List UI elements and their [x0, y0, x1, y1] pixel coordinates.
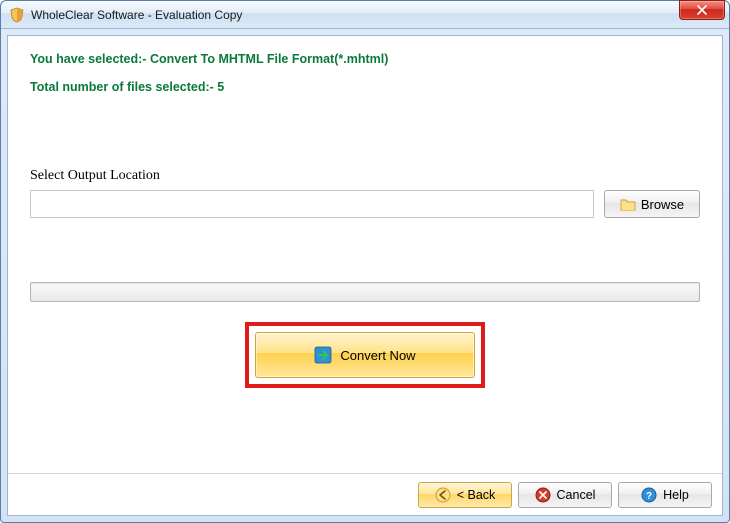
- output-location-row: Browse: [30, 190, 700, 218]
- svg-text:?: ?: [646, 491, 652, 502]
- progress-area: [8, 218, 722, 312]
- browse-button-label: Browse: [641, 197, 684, 212]
- folder-icon: [620, 197, 636, 211]
- titlebar: WholeClear Software - Evaluation Copy: [1, 1, 729, 29]
- summary-block: You have selected:- Convert To MHTML Fil…: [8, 36, 722, 114]
- cancel-button[interactable]: Cancel: [518, 482, 612, 508]
- back-icon: [435, 487, 451, 503]
- help-button[interactable]: ? Help: [618, 482, 712, 508]
- help-icon: ?: [641, 487, 657, 503]
- convert-icon: [314, 346, 332, 364]
- app-window: WholeClear Software - Evaluation Copy Yo…: [0, 0, 730, 523]
- convert-now-label: Convert Now: [340, 348, 415, 363]
- convert-now-button[interactable]: Convert Now: [255, 332, 475, 378]
- app-icon: [9, 7, 25, 23]
- highlight-box: Convert Now: [245, 322, 485, 388]
- cancel-button-label: Cancel: [557, 488, 596, 502]
- close-icon: [697, 5, 707, 15]
- convert-button-container: Convert Now: [8, 312, 722, 388]
- wizard-footer: < Back Cancel ? Help: [8, 473, 722, 515]
- output-location-input[interactable]: [30, 190, 594, 218]
- back-button-label: < Back: [457, 488, 496, 502]
- window-close-button[interactable]: [679, 0, 725, 20]
- output-location-label: Select Output Location: [30, 168, 700, 184]
- content-panel: You have selected:- Convert To MHTML Fil…: [7, 35, 723, 516]
- file-count-summary: Total number of files selected:- 5: [30, 80, 700, 94]
- selection-summary: You have selected:- Convert To MHTML Fil…: [30, 52, 700, 66]
- cancel-icon: [535, 487, 551, 503]
- browse-button[interactable]: Browse: [604, 190, 700, 218]
- window-title: WholeClear Software - Evaluation Copy: [31, 8, 679, 22]
- progress-bar: [30, 282, 700, 302]
- help-button-label: Help: [663, 488, 689, 502]
- output-location-block: Select Output Location Browse: [8, 114, 722, 218]
- back-button[interactable]: < Back: [418, 482, 512, 508]
